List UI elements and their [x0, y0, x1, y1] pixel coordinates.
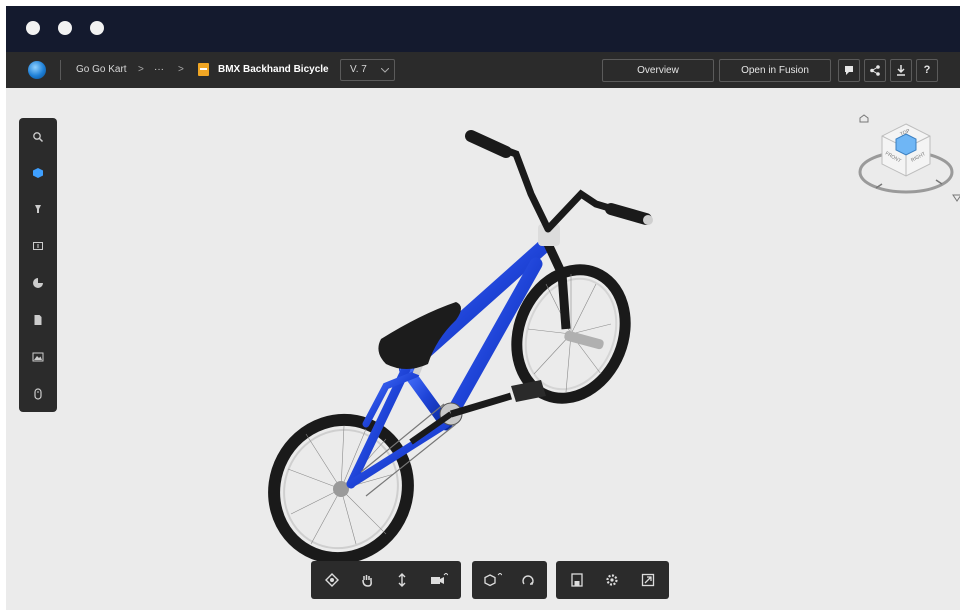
bmx-bicycle-model[interactable] — [266, 124, 666, 564]
search-icon — [33, 132, 44, 143]
version-dropdown[interactable]: V. 7 — [340, 59, 395, 81]
document-button[interactable] — [19, 301, 57, 339]
model-toolbar — [472, 561, 547, 599]
zoom-icon — [398, 573, 406, 587]
orbit-icon — [325, 573, 339, 587]
comment-icon — [845, 66, 853, 75]
download-button[interactable] — [890, 59, 912, 82]
toolbar-divider — [60, 60, 61, 80]
reset-icon — [522, 575, 534, 585]
window-maximize-button[interactable] — [90, 21, 104, 35]
navigation-toolbar — [311, 561, 461, 599]
chevron-down-icon — [381, 68, 389, 73]
share-icon — [870, 65, 880, 76]
home-view-icon[interactable] — [859, 114, 869, 123]
window-title-bar — [6, 6, 960, 52]
zoom-button[interactable] — [386, 561, 418, 599]
top-toolbar: Go Go Kart > ··· > BMX Backhand Bicycle … — [6, 52, 960, 88]
fusion-logo-icon[interactable] — [28, 61, 46, 79]
design-file-icon — [198, 63, 209, 76]
view-toolbar — [556, 561, 669, 599]
view-cube[interactable]: TOP FRONT RIGHT — [852, 114, 960, 214]
camera-button[interactable] — [423, 561, 455, 599]
fullscreen-icon — [641, 573, 655, 587]
pan-icon — [362, 575, 372, 587]
comment-button[interactable] — [838, 59, 860, 82]
orbit-button[interactable] — [316, 561, 348, 599]
window-minimize-button[interactable] — [58, 21, 72, 35]
explode-icon — [33, 278, 43, 288]
render-button[interactable] — [19, 338, 57, 376]
save-view-button[interactable] — [561, 561, 593, 599]
search-button[interactable] — [19, 118, 57, 156]
settings-icon — [606, 574, 618, 586]
document-icon — [34, 315, 42, 325]
breadcrumb-file-name[interactable]: BMX Backhand Bicycle — [218, 63, 329, 77]
model-browser-icon — [33, 168, 43, 178]
info-icon — [34, 388, 42, 400]
fullscreen-button[interactable] — [632, 561, 664, 599]
settings-button[interactable] — [596, 561, 628, 599]
left-tool-panel — [19, 118, 57, 412]
explode-model-icon — [484, 573, 502, 587]
explode-button[interactable] — [19, 264, 57, 302]
window-close-button[interactable] — [26, 21, 40, 35]
explode-model-button[interactable] — [477, 561, 509, 599]
render-icon — [32, 352, 44, 362]
help-button[interactable]: ? — [916, 59, 938, 82]
model-browser-button[interactable] — [19, 154, 57, 192]
overview-button[interactable]: Overview — [602, 59, 714, 82]
download-icon — [897, 65, 905, 76]
section-icon — [33, 242, 43, 250]
markup-icon — [35, 205, 41, 213]
markup-button[interactable] — [19, 190, 57, 228]
chevron-right-icon: > — [178, 64, 184, 75]
open-in-fusion-button[interactable]: Open in Fusion — [719, 59, 831, 82]
breadcrumb-ellipsis[interactable]: ··· — [154, 63, 164, 77]
pan-button[interactable] — [351, 561, 383, 599]
chevron-right-icon: > — [138, 64, 144, 75]
reset-button[interactable] — [512, 561, 544, 599]
share-button[interactable] — [864, 59, 886, 82]
view-cube-menu-icon[interactable] — [952, 194, 960, 202]
info-button[interactable] — [19, 375, 57, 413]
save-view-icon — [571, 573, 583, 587]
breadcrumb-project[interactable]: Go Go Kart — [76, 63, 127, 77]
version-label: V. 7 — [350, 64, 367, 75]
camera-icon — [431, 573, 448, 584]
section-button[interactable] — [19, 227, 57, 265]
app-window: Go Go Kart > ··· > BMX Backhand Bicycle … — [6, 6, 960, 610]
